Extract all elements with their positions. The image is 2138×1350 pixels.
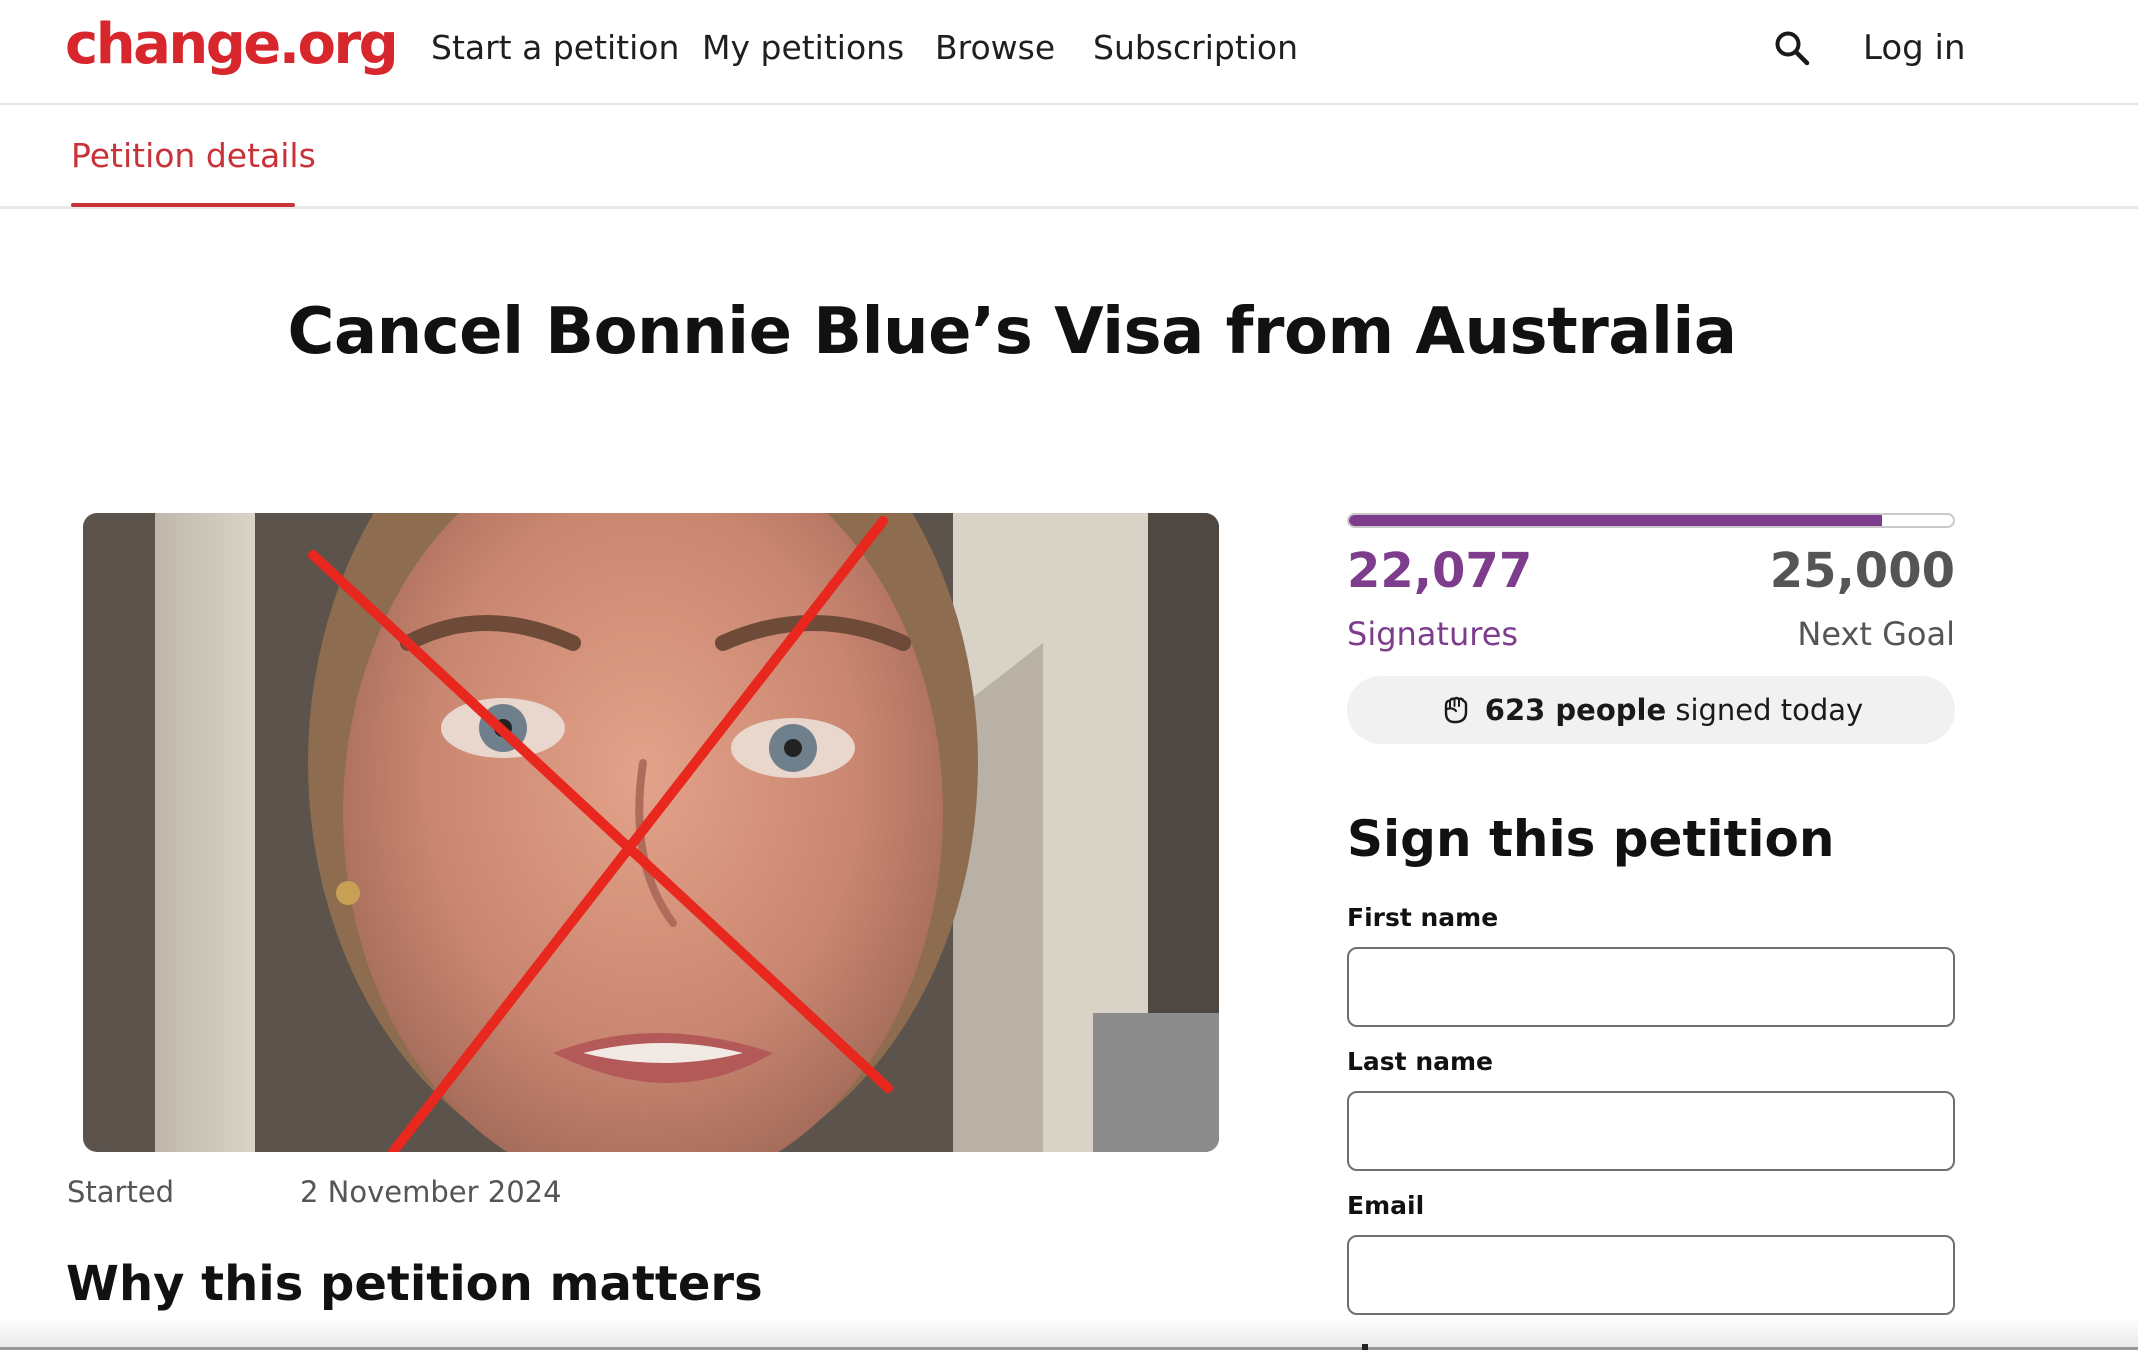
- first-name-input[interactable]: [1347, 947, 1955, 1027]
- signed-today-badge: 623 people signed today: [1347, 676, 1955, 744]
- change-org-logo[interactable]: change.org: [65, 10, 399, 80]
- active-tab-indicator: [71, 203, 295, 207]
- scroll-marker: [1362, 1344, 1368, 1350]
- next-goal-label: Next Goal: [1797, 615, 1955, 653]
- last-name-label: Last name: [1347, 1047, 1494, 1076]
- window-bottom-edge: [0, 1318, 2138, 1350]
- signed-today-text: 623 people signed today: [1485, 690, 1863, 730]
- nav-start-petition[interactable]: Start a petition: [431, 26, 679, 70]
- login-link[interactable]: Log in: [1863, 26, 1966, 70]
- signature-count: 22,077: [1347, 543, 1533, 599]
- started-label: Started: [67, 1175, 175, 1209]
- first-name-label: First name: [1347, 903, 1499, 932]
- goal-count: 25,000: [1769, 543, 1955, 599]
- nav-my-petitions[interactable]: My petitions: [702, 26, 904, 70]
- petition-tab-bar: Petition details: [0, 105, 2138, 209]
- email-input[interactable]: [1347, 1235, 1955, 1315]
- sign-petition-heading: Sign this petition: [1347, 810, 1835, 868]
- signed-today-suffix: signed today: [1666, 693, 1864, 727]
- search-icon[interactable]: [1772, 28, 1812, 68]
- tab-petition-details[interactable]: Petition details: [71, 133, 316, 179]
- nav-subscription[interactable]: Subscription: [1093, 26, 1298, 70]
- petition-title: Cancel Bonnie Blue’s Visa from Australia: [287, 295, 1738, 369]
- top-navigation: change.org Start a petition My petitions…: [0, 0, 2138, 105]
- signed-today-count: 623 people: [1484, 693, 1667, 727]
- signatures-label: Signatures: [1347, 615, 1519, 653]
- nav-browse[interactable]: Browse: [935, 26, 1055, 70]
- signature-progress-bar: [1347, 513, 1955, 528]
- signature-progress-fill: [1349, 515, 1883, 526]
- email-label: Email: [1347, 1191, 1425, 1220]
- why-heading: Why this petition matters: [66, 1256, 763, 1312]
- petition-image: [83, 513, 1219, 1152]
- raised-fist-icon: [1439, 694, 1471, 726]
- started-date: 2 November 2024: [300, 1175, 562, 1209]
- last-name-input[interactable]: [1347, 1091, 1955, 1171]
